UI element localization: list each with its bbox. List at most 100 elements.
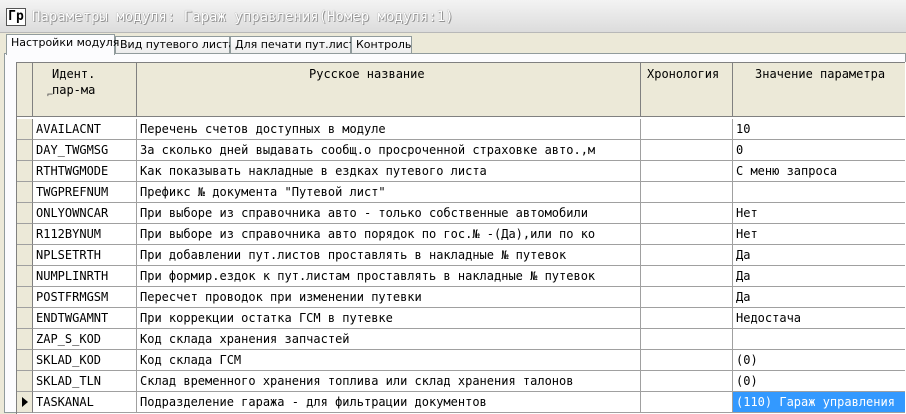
table-row[interactable]: SKLAD_TLN Склад временного хранения топли… xyxy=(17,371,906,392)
tab-waybill-view[interactable]: Вид путевого листа xyxy=(115,36,235,53)
table-row[interactable]: DAY_TWGMSG За сколько дней выдавать сообщ… xyxy=(17,140,906,161)
cell-value[interactable]: Нет xyxy=(733,224,906,245)
cell-chronology[interactable] xyxy=(641,371,733,392)
cell-russian-name[interactable]: Перечень счетов доступных в модуле xyxy=(137,119,641,140)
row-indicator[interactable] xyxy=(17,140,33,161)
app-icon: Гр xyxy=(6,8,26,26)
table-row[interactable]: AVAILACNT Перечень счетов доступных в мод… xyxy=(17,119,906,140)
table-row[interactable]: R112BYNUM При выборе из справочника авто … xyxy=(17,224,906,245)
table-row[interactable]: ONLYOWNCAR При выборе из справочника авто… xyxy=(17,203,906,224)
row-indicator[interactable] xyxy=(17,392,33,413)
tab-waybill-print[interactable]: Для печати пут.листа xyxy=(230,36,362,53)
table-row[interactable]: TWGPREFNUM Префикс № документа "Путевой л… xyxy=(17,182,906,203)
cell-param-id[interactable]: NUMPLINRTH xyxy=(33,266,137,287)
table-row[interactable]: POSTFRMGSM Пересчет проводок при изменени… xyxy=(17,287,906,308)
cell-param-id[interactable]: AVAILACNT xyxy=(33,119,137,140)
table-row[interactable]: ENDTWGAMNT При коррекции остатка ГСМ в пу… xyxy=(17,308,906,329)
cell-russian-name[interactable]: При добавлении пут.листов проставлять в … xyxy=(137,245,641,266)
tab-control[interactable]: Контроль xyxy=(351,36,412,53)
cell-chronology[interactable] xyxy=(641,350,733,371)
cell-russian-name[interactable]: За сколько дней выдавать сообщ.о просроч… xyxy=(137,140,641,161)
header-value-label: Значение параметра xyxy=(755,67,886,81)
cell-value[interactable]: Недостача xyxy=(733,308,906,329)
cell-chronology[interactable] xyxy=(641,245,733,266)
header-russian-name[interactable]: Русское название xyxy=(137,63,641,117)
row-indicator[interactable] xyxy=(17,203,33,224)
cell-chronology[interactable] xyxy=(641,392,733,413)
row-indicator[interactable] xyxy=(17,245,33,266)
cell-value[interactable]: 10 xyxy=(733,119,906,140)
table-row[interactable]: NPLSETRTH При добавлении пут.листов прост… xyxy=(17,245,906,266)
cell-value[interactable]: Да xyxy=(733,245,906,266)
cell-chronology[interactable] xyxy=(641,182,733,203)
cell-value[interactable] xyxy=(733,329,906,350)
header-param-id-line2: пар-ма xyxy=(52,83,96,97)
cell-chronology[interactable] xyxy=(641,308,733,329)
table-row[interactable]: TASKANAL Подразделение гаража - для фильт… xyxy=(17,392,906,413)
row-indicator[interactable] xyxy=(17,350,33,371)
cell-param-id[interactable]: ZAP_S_KOD xyxy=(33,329,137,350)
header-value[interactable]: Значение параметра xyxy=(733,63,906,117)
cell-param-id[interactable]: RTHTWGMODE xyxy=(33,161,137,182)
row-indicator[interactable] xyxy=(17,266,33,287)
cell-param-id[interactable]: TWGPREFNUM xyxy=(33,182,137,203)
row-indicator[interactable] xyxy=(17,224,33,245)
tab-module-settings[interactable]: Настройки модуля xyxy=(6,34,119,55)
cell-russian-name[interactable]: Код склада ГСМ xyxy=(137,350,641,371)
cell-russian-name[interactable]: При выборе из справочника авто порядок п… xyxy=(137,224,641,245)
parameters-grid[interactable]: Идент. пар-ма ⌐ Русское название Хроноло… xyxy=(16,62,906,414)
row-indicator[interactable] xyxy=(17,371,33,392)
tab-strip: Настройки модуля Вид путевого листа Для … xyxy=(0,34,906,55)
cell-param-id[interactable]: SKLAD_TLN xyxy=(33,371,137,392)
cell-chronology[interactable] xyxy=(641,161,733,182)
sort-marker-icon: ⌐ xyxy=(47,90,54,101)
cell-chronology[interactable] xyxy=(641,329,733,350)
cell-russian-name[interactable]: Префикс № документа "Путевой лист" xyxy=(137,182,641,203)
cell-chronology[interactable] xyxy=(641,119,733,140)
row-indicator[interactable] xyxy=(17,119,33,140)
cell-param-id[interactable]: POSTFRMGSM xyxy=(33,287,137,308)
cell-value[interactable]: (0) xyxy=(733,371,906,392)
table-row[interactable]: NUMPLINRTH При формир.ездок к пут.листам … xyxy=(17,266,906,287)
row-indicator[interactable] xyxy=(17,182,33,203)
cell-value[interactable]: Да xyxy=(733,266,906,287)
table-row[interactable]: SKLAD_KOD Код склада ГСМ (0) xyxy=(17,350,906,371)
table-row[interactable]: ZAP_S_KOD Код склада хранения запчастей xyxy=(17,329,906,350)
header-chronology[interactable]: Хронология xyxy=(641,63,733,117)
cell-param-id[interactable]: DAY_TWGMSG xyxy=(33,140,137,161)
cell-russian-name[interactable]: Пересчет проводок при изменении путевки xyxy=(137,287,641,308)
row-indicator[interactable] xyxy=(17,329,33,350)
cell-param-id[interactable]: NPLSETRTH xyxy=(33,245,137,266)
cell-value[interactable] xyxy=(733,182,906,203)
cell-chronology[interactable] xyxy=(641,287,733,308)
header-param-id-line1: Идент. xyxy=(52,67,96,81)
cell-value[interactable]: (0) xyxy=(733,350,906,371)
table-row[interactable]: RTHTWGMODE Как показывать накладные в езд… xyxy=(17,161,906,182)
cell-param-id[interactable]: ENDTWGAMNT xyxy=(33,308,137,329)
cell-value[interactable]: Нет xyxy=(733,203,906,224)
row-indicator[interactable] xyxy=(17,308,33,329)
cell-chronology[interactable] xyxy=(641,224,733,245)
cell-value[interactable]: 0 xyxy=(733,140,906,161)
cell-value[interactable]: Да xyxy=(733,287,906,308)
cell-param-id[interactable]: ONLYOWNCAR xyxy=(33,203,137,224)
cell-chronology[interactable] xyxy=(641,140,733,161)
cell-russian-name[interactable]: Код склада хранения запчастей xyxy=(137,329,641,350)
cell-russian-name[interactable]: При формир.ездок к пут.листам проставлят… xyxy=(137,266,641,287)
row-indicator[interactable] xyxy=(17,161,33,182)
cell-param-id[interactable]: R112BYNUM xyxy=(33,224,137,245)
cell-chronology[interactable] xyxy=(641,203,733,224)
cell-russian-name[interactable]: При выборе из справочника авто - только … xyxy=(137,203,641,224)
cell-russian-name[interactable]: При коррекции остатка ГСМ в путевке xyxy=(137,308,641,329)
cell-russian-name[interactable]: Склад временного хранения топлива или ск… xyxy=(137,371,641,392)
cell-chronology[interactable] xyxy=(641,266,733,287)
cell-param-id[interactable]: SKLAD_KOD xyxy=(33,350,137,371)
cell-russian-name[interactable]: Как показывать накладные в ездках путево… xyxy=(137,161,641,182)
header-param-id[interactable]: Идент. пар-ма ⌐ xyxy=(33,63,137,117)
row-indicator[interactable] xyxy=(17,287,33,308)
cell-value[interactable]: С меню запроса xyxy=(733,161,906,182)
cell-param-id[interactable]: TASKANAL xyxy=(33,392,137,413)
cell-russian-name[interactable]: Подразделение гаража - для фильтрации до… xyxy=(137,392,641,413)
cell-value[interactable]: (110) Гараж управления xyxy=(733,392,906,413)
header-chronology-label: Хронология xyxy=(647,67,720,81)
